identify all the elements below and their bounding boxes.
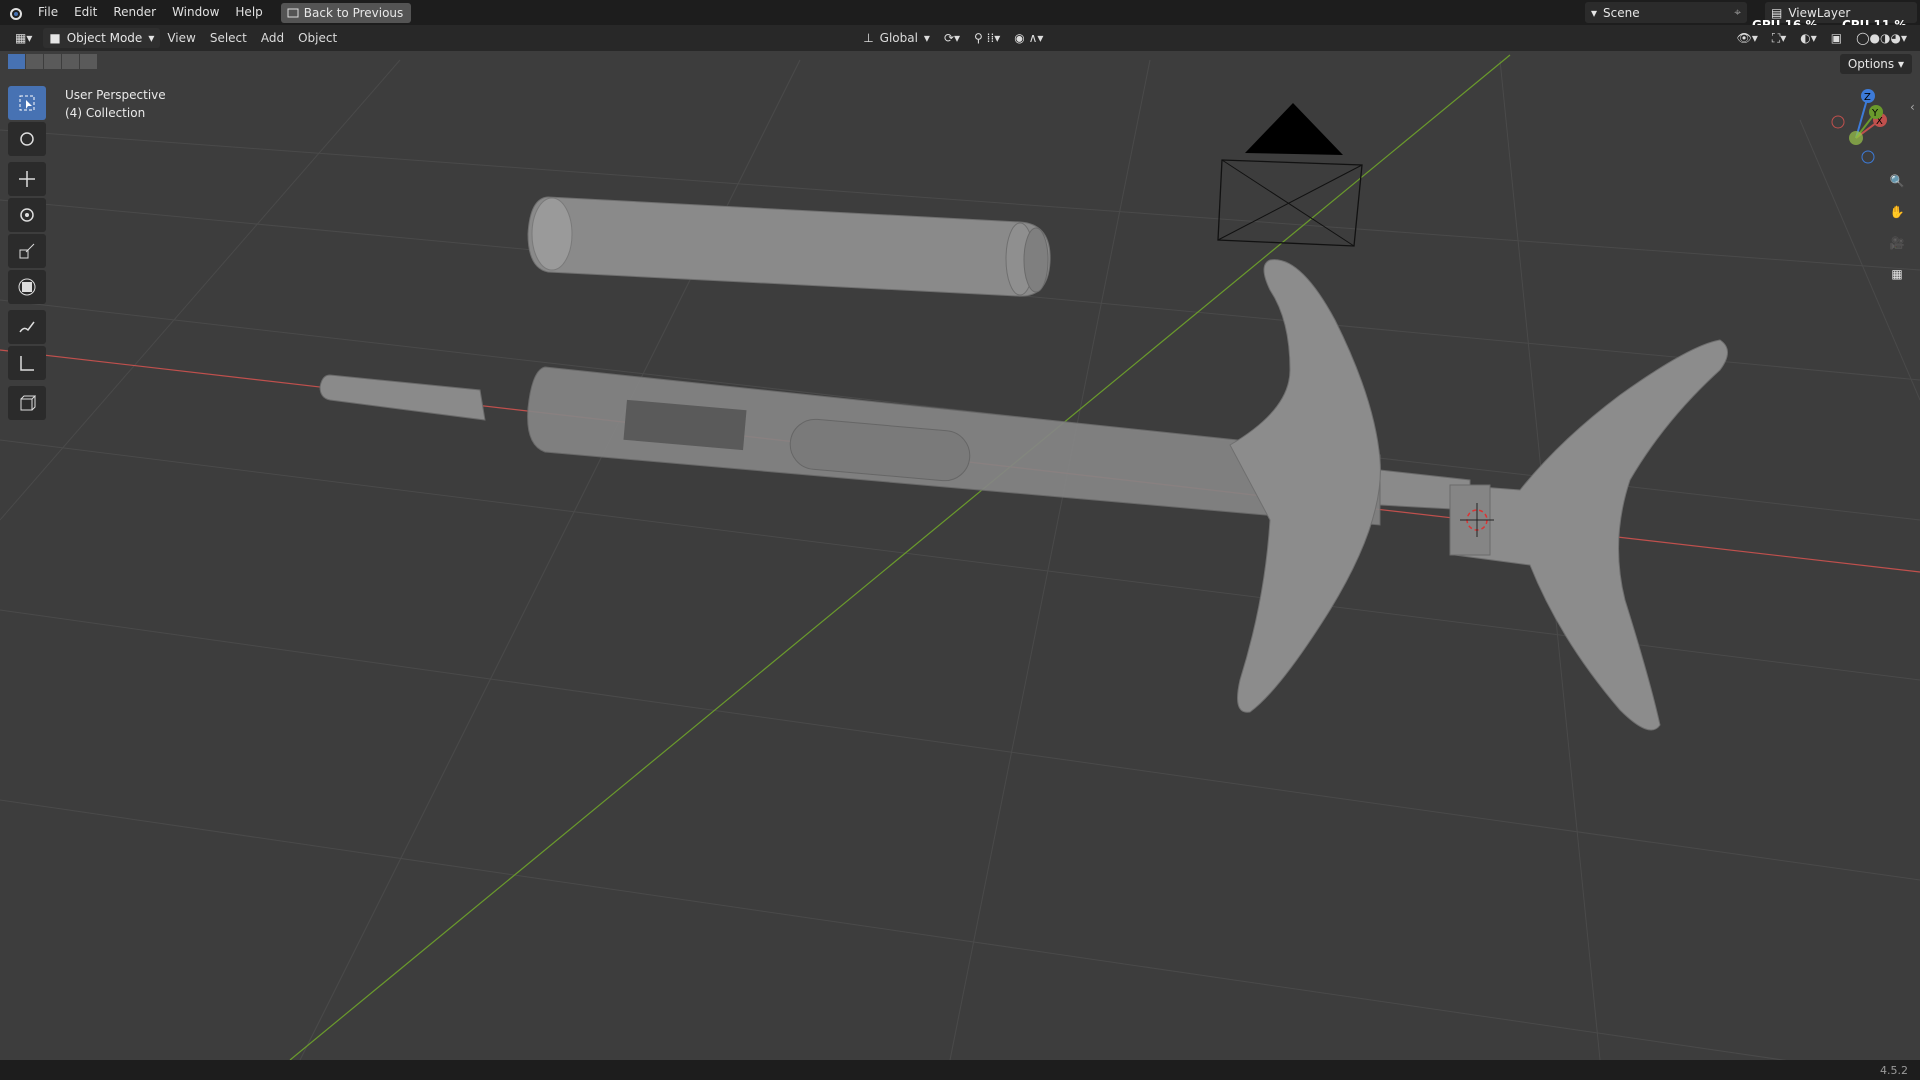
orientation-icon: ⊥ bbox=[863, 31, 874, 45]
select-invert-icon[interactable] bbox=[62, 54, 79, 69]
shading-modes-icon[interactable]: ◯●◑◕▾ bbox=[1849, 28, 1914, 48]
annotate-icon[interactable] bbox=[8, 310, 46, 344]
select-intersect-icon[interactable] bbox=[80, 54, 97, 69]
back-to-previous-button[interactable]: Back to Previous bbox=[280, 2, 412, 23]
viewport-header: ▦▾ ■ Object Mode ▾ View Select Add Objec… bbox=[0, 25, 1920, 51]
status-bar: 4.5.2 bbox=[0, 1060, 1920, 1080]
options-label: Options bbox=[1847, 57, 1895, 71]
xray-icon[interactable]: ▣ bbox=[1824, 28, 1849, 48]
cap-tube-object[interactable] bbox=[527, 196, 1051, 297]
select-new-icon[interactable] bbox=[8, 54, 25, 69]
screen-icon bbox=[287, 8, 299, 17]
move-icon[interactable] bbox=[8, 162, 46, 196]
scene-selector[interactable]: ▾ Scene ⌖ bbox=[1585, 2, 1747, 23]
mode-label: Object Mode bbox=[66, 31, 143, 45]
collection-label: (4) Collection bbox=[65, 106, 146, 120]
measure-icon[interactable] bbox=[8, 346, 46, 380]
scale-icon[interactable] bbox=[8, 234, 46, 268]
camera-view-icon[interactable]: 🎥 bbox=[1884, 230, 1910, 256]
cursor-icon[interactable] bbox=[8, 122, 46, 156]
select-subtract-icon[interactable] bbox=[44, 54, 61, 69]
orientation-label: Global bbox=[879, 31, 918, 45]
floor-grid bbox=[0, 59, 1920, 1080]
transform-icon[interactable] bbox=[8, 270, 46, 304]
viewport-info: User Perspective (4) Collection bbox=[65, 86, 166, 122]
overlay-toggle-icon[interactable]: ◐▾ bbox=[1793, 28, 1824, 48]
options-dropdown[interactable]: Options ▾ bbox=[1839, 54, 1912, 74]
gizmo-y-label: Y bbox=[1871, 108, 1879, 119]
chevron-down-icon: ▾ bbox=[148, 31, 155, 45]
chevron-down-icon: ▾ bbox=[923, 31, 930, 45]
scene-name: Scene bbox=[1603, 5, 1640, 20]
grid-view-icon[interactable]: ▦ bbox=[1884, 261, 1910, 287]
menu-file[interactable]: File bbox=[30, 0, 66, 25]
menu-edit[interactable]: Edit bbox=[66, 0, 105, 25]
editor-type-icon[interactable]: ▦▾ bbox=[8, 28, 39, 48]
visibility-icon[interactable]: 👁▾ bbox=[1730, 28, 1765, 48]
cube-icon: ■ bbox=[49, 31, 61, 45]
menu-add[interactable]: Add bbox=[254, 28, 291, 48]
selection-mode-buttons[interactable] bbox=[8, 54, 97, 69]
select-box-icon[interactable] bbox=[8, 86, 46, 120]
gizmo-toggle-icon[interactable]: ⛶▾ bbox=[1765, 28, 1793, 48]
menu-help[interactable]: Help bbox=[227, 0, 270, 25]
tool-shelf bbox=[8, 86, 48, 422]
rotate-icon[interactable] bbox=[8, 198, 46, 232]
viewport-3d[interactable] bbox=[0, 0, 1920, 1080]
snap-icon[interactable]: ⚲ ⁞⁞▾ bbox=[967, 28, 1007, 48]
sidebar-toggle-icon[interactable]: ‹ bbox=[1910, 100, 1915, 114]
menu-render[interactable]: Render bbox=[105, 0, 164, 25]
select-extend-icon[interactable] bbox=[26, 54, 43, 69]
version-label: 4.5.2 bbox=[1880, 1064, 1908, 1077]
scene-icon: ▾ bbox=[1591, 5, 1598, 20]
menu-view[interactable]: View bbox=[160, 28, 202, 48]
pivot-icon[interactable]: ⟳▾ bbox=[937, 28, 967, 48]
zoom-icon[interactable]: 🔍 bbox=[1884, 168, 1910, 194]
menu-object[interactable]: Object bbox=[291, 28, 344, 48]
hand-pan-icon[interactable]: ✋ bbox=[1884, 199, 1910, 225]
syringe-object[interactable] bbox=[319, 259, 1728, 731]
back-to-previous-label: Back to Previous bbox=[303, 5, 404, 20]
gizmo-z-label: Z bbox=[1864, 92, 1871, 103]
navigation-gizmo[interactable]: Z X Y bbox=[1818, 82, 1908, 172]
add-cube-icon[interactable] bbox=[8, 386, 46, 420]
object-mode-dropdown[interactable]: ■ Object Mode ▾ bbox=[43, 28, 161, 48]
menu-window[interactable]: Window bbox=[164, 0, 227, 25]
menu-select[interactable]: Select bbox=[203, 28, 254, 48]
perspective-label: User Perspective bbox=[65, 88, 166, 102]
blender-logo-icon[interactable] bbox=[0, 0, 30, 25]
proportional-edit-icon[interactable]: ◉ ∧▾ bbox=[1007, 28, 1050, 48]
pin-icon[interactable]: ⌖ bbox=[1734, 5, 1741, 20]
transform-orientation-dropdown[interactable]: ⊥ Global ▾ bbox=[856, 28, 937, 48]
